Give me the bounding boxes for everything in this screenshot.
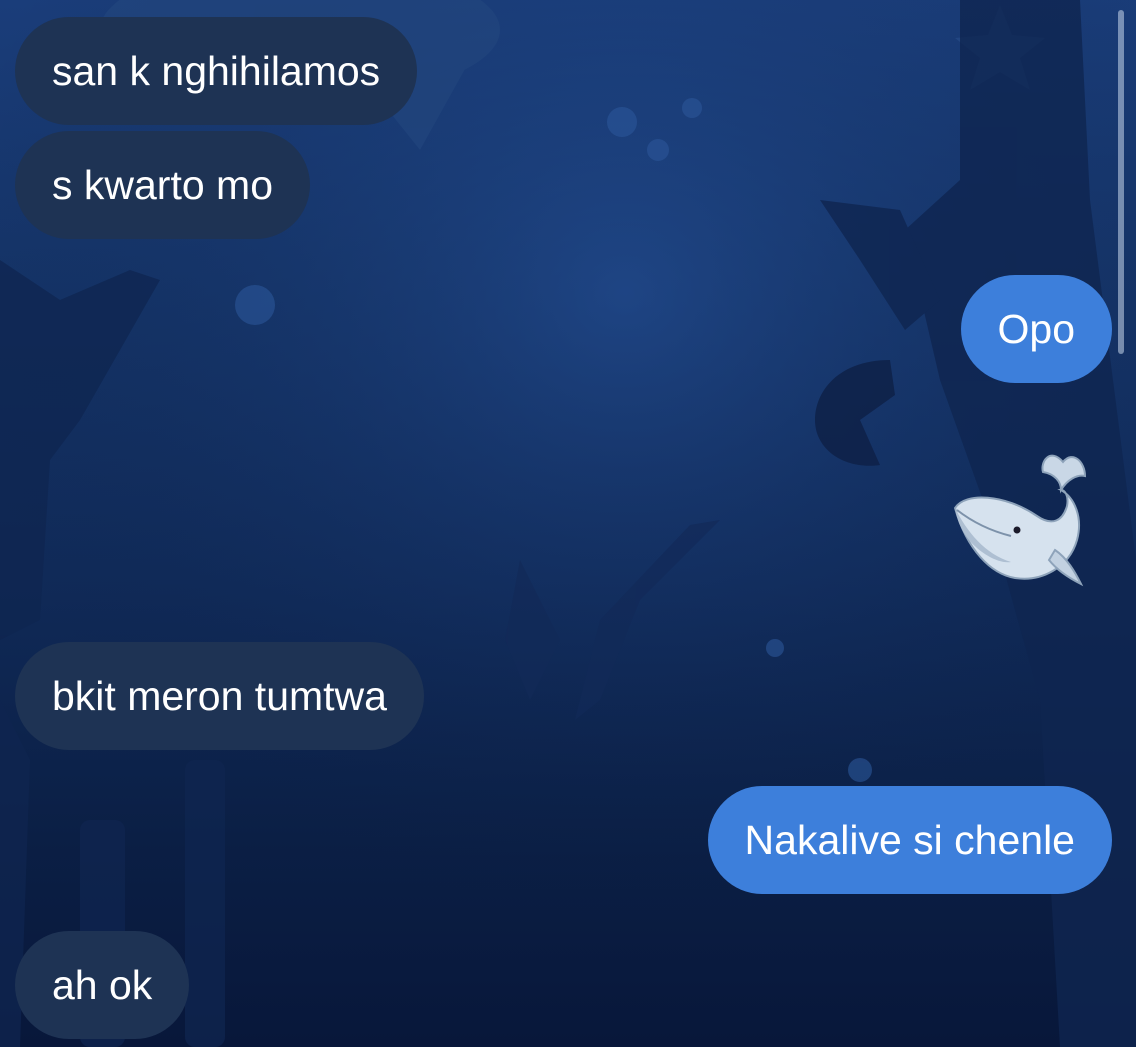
- message-bubble-outgoing[interactable]: Nakalive si chenle: [707, 786, 1112, 894]
- message-bubble-incoming[interactable]: s kwarto mo: [15, 131, 310, 239]
- whale-emoji-icon[interactable]: [945, 432, 1110, 592]
- scrollbar[interactable]: [1118, 10, 1124, 354]
- message-text: Opo: [997, 306, 1076, 352]
- message-bubble-outgoing[interactable]: Opo: [960, 275, 1112, 383]
- chat-screen[interactable]: san k nghihilamos s kwarto mo Opo bkit m…: [0, 0, 1136, 1047]
- message-bubble-incoming[interactable]: ah ok: [15, 931, 190, 1039]
- message-text: bkit meron tumtwa: [52, 673, 387, 719]
- message-bubble-incoming[interactable]: bkit meron tumtwa: [15, 642, 424, 750]
- message-text: san k nghihilamos: [52, 48, 381, 94]
- message-text: s kwarto mo: [52, 162, 273, 208]
- message-text: ah ok: [52, 962, 153, 1008]
- message-text: Nakalive si chenle: [744, 817, 1075, 863]
- message-bubble-incoming[interactable]: san k nghihilamos: [15, 17, 418, 125]
